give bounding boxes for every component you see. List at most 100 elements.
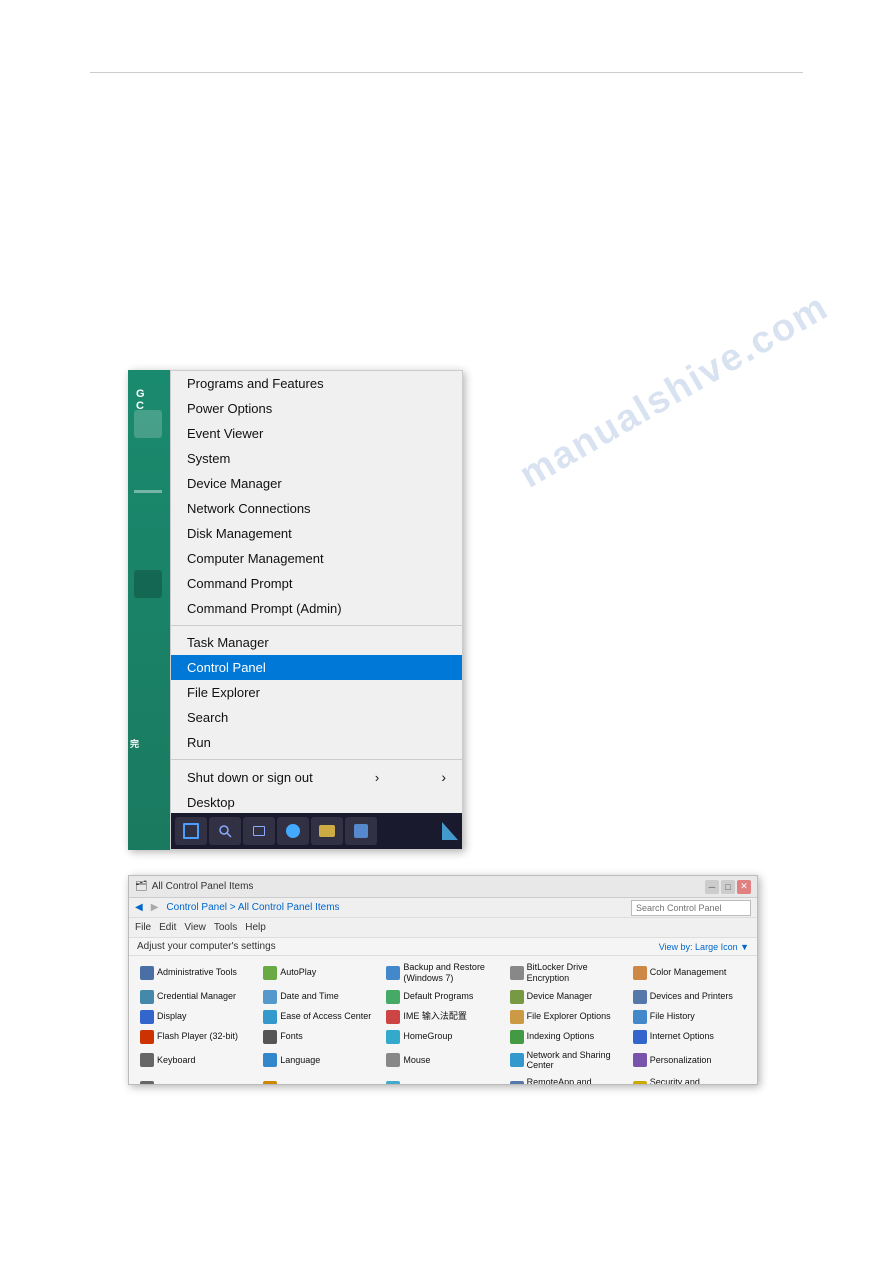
cp-item[interactable]: Network and Sharing Center bbox=[507, 1048, 626, 1074]
cp-item[interactable]: Mouse bbox=[383, 1048, 502, 1074]
cp-item-label: IME 输入法配置 bbox=[403, 1011, 467, 1022]
menu-item-search[interactable]: Search bbox=[171, 705, 462, 730]
menu-item-shutdown[interactable]: Shut down or sign out › bbox=[171, 764, 462, 790]
cp-item[interactable]: Credential Manager bbox=[137, 988, 256, 1006]
cp-item-label: Date and Time bbox=[280, 991, 339, 1002]
menu-item-task[interactable]: Task Manager bbox=[171, 630, 462, 655]
close-button[interactable]: ✕ bbox=[737, 880, 751, 894]
menu-item-cmd[interactable]: Command Prompt bbox=[171, 571, 462, 596]
cp-item-label: RemoteApp and Desktop Connections bbox=[527, 1077, 623, 1085]
cp-item[interactable]: Language bbox=[260, 1048, 379, 1074]
cp-item[interactable]: Phone and Modem bbox=[137, 1075, 256, 1085]
menu-item-control-panel[interactable]: Control Panel bbox=[171, 655, 462, 680]
cp-item-label: Security and Maintenance bbox=[650, 1077, 746, 1085]
cp-item[interactable]: File History bbox=[630, 1008, 749, 1026]
menu-item-run[interactable]: Run bbox=[171, 730, 462, 755]
top-divider bbox=[90, 72, 803, 73]
menu-item-disk[interactable]: Disk Management bbox=[171, 521, 462, 546]
cp-item[interactable]: AutoPlay bbox=[260, 960, 379, 986]
control-panel-screenshot: 🗂 All Control Panel Items ─ □ ✕ ◀ ▶ Cont… bbox=[128, 875, 758, 1085]
menu-item-network[interactable]: Network Connections bbox=[171, 496, 462, 521]
cp-item-label: Devices and Printers bbox=[650, 991, 733, 1002]
cp-item-icon bbox=[633, 966, 647, 980]
taskbar-task-btn[interactable] bbox=[243, 817, 275, 845]
cp-item[interactable]: Device Manager bbox=[507, 988, 626, 1006]
menu-item-power[interactable]: Power Options bbox=[171, 396, 462, 421]
cp-item-icon bbox=[510, 1010, 524, 1024]
cp-item-label: HomeGroup bbox=[403, 1031, 452, 1042]
menu-item-explorer[interactable]: File Explorer bbox=[171, 680, 462, 705]
minimize-button[interactable]: ─ bbox=[705, 880, 719, 894]
search-icon bbox=[218, 824, 232, 838]
cp-item[interactable]: Backup and Restore (Windows 7) bbox=[383, 960, 502, 986]
cp-subtitle-bar: Adjust your computer's settings View by:… bbox=[129, 938, 757, 956]
sidebar-text-bottom: 完 bbox=[130, 737, 139, 750]
cp-item[interactable]: Security and Maintenance bbox=[630, 1075, 749, 1085]
cp-item[interactable]: HomeGroup bbox=[383, 1028, 502, 1046]
menu-item-programs[interactable]: Programs and Features bbox=[171, 371, 462, 396]
cp-titlebar: 🗂 All Control Panel Items ─ □ ✕ bbox=[129, 876, 757, 898]
cp-item[interactable]: Date and Time bbox=[260, 988, 379, 1006]
cp-item-label: Mouse bbox=[403, 1055, 430, 1066]
back-button[interactable]: ◀ bbox=[135, 902, 143, 913]
cp-viewby[interactable]: View by: Large Icon ▼ bbox=[659, 942, 749, 952]
cp-item[interactable]: Internet Options bbox=[630, 1028, 749, 1046]
cp-item[interactable]: Display bbox=[137, 1008, 256, 1026]
taskbar bbox=[171, 813, 462, 849]
taskbar-ie-btn[interactable] bbox=[277, 817, 309, 845]
sidebar-icon-mid bbox=[134, 570, 162, 598]
cp-item-icon bbox=[386, 1053, 400, 1067]
menu-file[interactable]: File bbox=[135, 922, 151, 933]
cp-item-icon bbox=[633, 1010, 647, 1024]
cp-item-icon bbox=[263, 1030, 277, 1044]
cp-item[interactable]: IME 输入法配置 bbox=[383, 1008, 502, 1026]
menu-item-computer[interactable]: Computer Management bbox=[171, 546, 462, 571]
menu-item-event[interactable]: Event Viewer bbox=[171, 421, 462, 446]
context-menu: Programs and Features Power Options Even… bbox=[170, 370, 463, 850]
cp-item[interactable]: Default Programs bbox=[383, 988, 502, 1006]
cp-item[interactable]: RemoteApp and Desktop Connections bbox=[507, 1075, 626, 1085]
menu-item-cmd-admin[interactable]: Command Prompt (Admin) bbox=[171, 596, 462, 621]
menu-item-desktop[interactable]: Desktop bbox=[171, 790, 462, 815]
menu-view[interactable]: View bbox=[184, 922, 206, 933]
taskbar-extra-btn[interactable] bbox=[345, 817, 377, 845]
cp-item[interactable]: Personalization bbox=[630, 1048, 749, 1074]
menu-item-device[interactable]: Device Manager bbox=[171, 471, 462, 496]
cp-item[interactable]: Keyboard bbox=[137, 1048, 256, 1074]
green-sidebar: GC 完 bbox=[128, 370, 170, 850]
cp-item[interactable]: Administrative Tools bbox=[137, 960, 256, 986]
arrow-icon: › bbox=[375, 770, 379, 785]
taskbar-search-btn[interactable] bbox=[209, 817, 241, 845]
cp-item-icon bbox=[633, 1053, 647, 1067]
cp-item-label: Personalization bbox=[650, 1055, 712, 1066]
cp-item-icon bbox=[510, 1081, 524, 1085]
cp-item[interactable]: Power Options bbox=[260, 1075, 379, 1085]
cp-item[interactable]: Ease of Access Center bbox=[260, 1008, 379, 1026]
menu-edit[interactable]: Edit bbox=[159, 922, 176, 933]
menu-divider-2 bbox=[171, 759, 462, 760]
cp-item[interactable]: Flash Player (32-bit) bbox=[137, 1028, 256, 1046]
taskbar-folder-btn[interactable] bbox=[311, 817, 343, 845]
taskbar-windows-btn[interactable] bbox=[175, 817, 207, 845]
cp-item[interactable]: BitLocker Drive Encryption bbox=[507, 960, 626, 986]
cp-item-label: Keyboard bbox=[157, 1055, 196, 1066]
cp-item-icon bbox=[140, 1030, 154, 1044]
cp-item-label: Administrative Tools bbox=[157, 967, 237, 978]
forward-button[interactable]: ▶ bbox=[151, 902, 159, 913]
menu-tools[interactable]: Tools bbox=[214, 922, 237, 933]
maximize-button[interactable]: □ bbox=[721, 880, 735, 894]
task-view-icon bbox=[253, 826, 265, 836]
cp-item[interactable]: Indexing Options bbox=[507, 1028, 626, 1046]
cp-item[interactable]: Fonts bbox=[260, 1028, 379, 1046]
cp-item[interactable]: Color Management bbox=[630, 960, 749, 986]
search-input[interactable] bbox=[631, 900, 751, 916]
cp-item[interactable]: File Explorer Options bbox=[507, 1008, 626, 1026]
menu-item-system[interactable]: System bbox=[171, 446, 462, 471]
ie-icon bbox=[286, 824, 300, 838]
menu-help[interactable]: Help bbox=[245, 922, 266, 933]
cp-item[interactable]: Recovery bbox=[383, 1075, 502, 1085]
cp-item-icon bbox=[386, 1010, 400, 1024]
cp-item[interactable]: Devices and Printers bbox=[630, 988, 749, 1006]
cp-item-label: File Explorer Options bbox=[527, 1011, 611, 1022]
app-icon bbox=[354, 824, 368, 838]
